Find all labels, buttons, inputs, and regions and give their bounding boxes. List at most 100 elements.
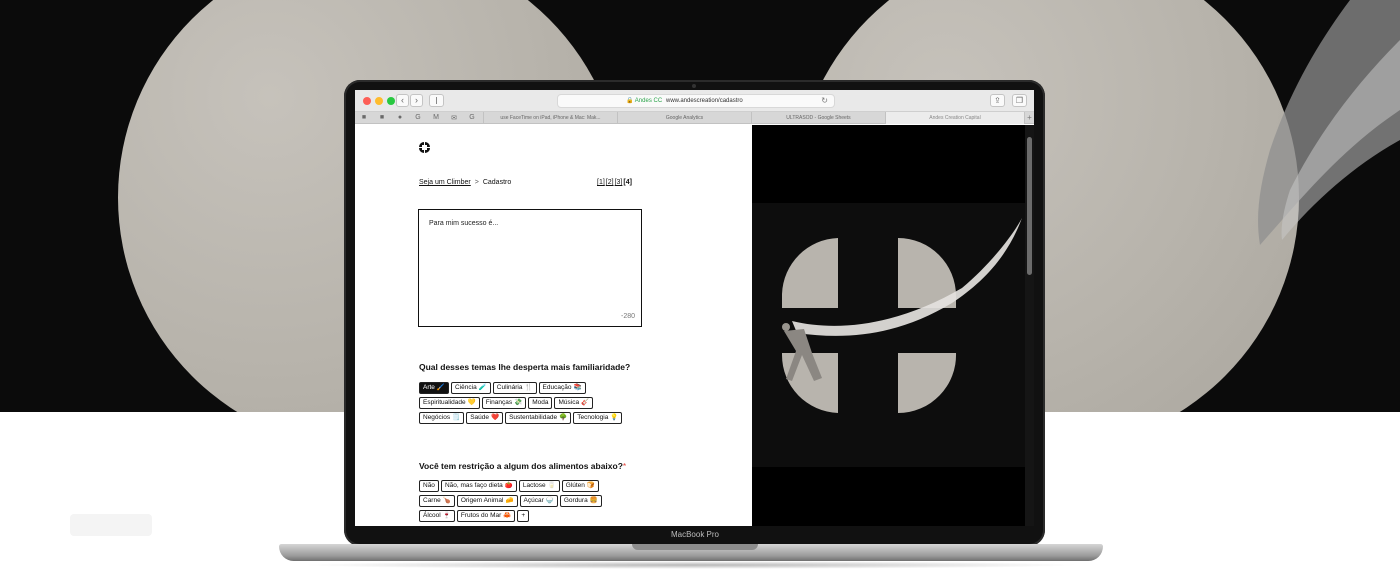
chip-label: Tecnologia [577,414,609,421]
chip-label: + [521,512,526,519]
zoom-window-button[interactable] [387,97,395,105]
hero-artwork-panel [752,125,1025,526]
chip-gordura[interactable]: Gordura 🍔 [559,495,602,507]
chip-saude[interactable]: Saúde ❤️ [466,412,504,424]
bookmark-mail-icon[interactable]: ✉ [449,114,459,122]
chip-label: Espiritualidade [423,399,466,406]
chip-educacao[interactable]: Educação 📚 [538,382,586,394]
chip-emoji-icon: 🥛 [547,482,556,489]
chip-lactose[interactable]: Lactose 🥛 [518,480,560,492]
chip-emoji-icon: 🍅 [504,482,513,489]
question-food-title: Você tem restrição a algum dos alimentos… [419,461,626,471]
new-tab-button[interactable]: + [1024,112,1034,124]
chip-emoji-icon: 📚 [573,384,582,391]
reload-icon[interactable]: ↻ [821,95,828,107]
chip-label: Não, mas faço dieta [444,482,503,489]
character-counter: -280 [620,313,635,320]
bookmark-google-icon[interactable]: G [413,114,423,121]
forward-arrow-icon[interactable]: › [410,94,423,107]
chip-row: Não Não, mas faço dieta 🍅 Lactose 🥛 Glúten 🍞 [419,480,719,495]
chip-musica[interactable]: Música 🎸 [554,397,594,409]
chip-emoji-icon: 💛 [467,399,476,406]
chip-financas[interactable]: Finanças 💸 [481,397,527,409]
tabs-overview-icon[interactable]: ❐ [1012,94,1027,107]
chip-alcool[interactable]: Álcool 🍷 [419,510,455,522]
browser-toolbar: ‹ › 🔒 Andes CC www.andescreation/cadastr… [355,90,1034,112]
chip-label: Frutos do Mar [460,512,502,519]
chip-row: Arte 🖌️ Ciência 🧪 Culinária 🍴 Educação 📚 [419,382,719,397]
chip-culinaria[interactable]: Culinária 🍴 [492,382,537,394]
page-scrollbar[interactable] [1025,125,1034,526]
chip-label: Arte [423,384,435,391]
share-icon[interactable]: ⇪ [990,94,1005,107]
chip-arte[interactable]: Arte 🖌️ [419,382,450,394]
chip-emoji-icon: 🍗 [442,497,451,504]
step-pager: [1][2][3][4] [597,179,633,186]
faint-badge [70,514,152,536]
back-arrow-icon[interactable]: ‹ [396,94,409,107]
breadcrumb-link[interactable]: Seja um Climber [419,179,471,186]
required-mark: * [622,461,627,471]
chip-carne[interactable]: Carne 🍗 [419,495,455,507]
minimize-window-button[interactable] [375,97,383,105]
tab-facetime[interactable]: use FaceTime on iPad, iPhone & Mac: Mak.… [483,112,617,124]
step-3-link[interactable]: [3] [615,179,623,186]
chip-origem-animal[interactable]: Origem Animal 🧀 [456,495,518,507]
step-4-current[interactable]: [4] [623,179,632,186]
chip-label: Música [558,399,580,406]
chip-acucar[interactable]: Açúcar 🍚 [519,495,558,507]
chip-label: Origem Animal [460,497,504,504]
question-themes-title: Qual desses temas lhe desperta mais fami… [419,362,631,372]
tab-andes-creation[interactable]: Andes Creation Capital [885,112,1024,124]
bookmark-gmail-icon[interactable]: M [431,114,441,121]
chip-tecnologia[interactable]: Tecnologia 💡 [573,412,623,424]
close-window-button[interactable] [363,97,371,105]
chip-label: Glúten [565,482,585,489]
chip-plus[interactable]: + [517,510,530,522]
chip-sustentabilidade[interactable]: Sustentabilidade 🌳 [505,412,572,424]
chip-label: Gordura [563,497,588,504]
chip-row: Álcool 🍷 Frutos do Mar 🦀 + [419,510,719,525]
dancer-artwork-image [752,203,1025,467]
tab-bar: ■ ■ ● G M ✉ G use FaceTime on iPad, iPho… [355,112,1034,124]
chip-gluten[interactable]: Glúten 🍞 [561,480,599,492]
chip-negocios[interactable]: Negócios 🗒️ [419,412,465,424]
url-text: www.andescreation/cadastro [666,98,743,104]
bookmark-facebook-icon[interactable]: ■ [377,114,387,121]
chip-moda[interactable]: Moda [528,397,553,409]
chip-nao-mas-faco-dieta[interactable]: Não, mas faço dieta 🍅 [440,480,517,492]
chip-nao[interactable]: Não [419,480,439,492]
step-1-link[interactable]: [1] [597,179,605,186]
tab-google-sheets[interactable]: ULTRASOD - Google Sheets [751,112,885,124]
success-textarea[interactable]: Para mim sucesso é... -280 [418,209,642,327]
address-bar[interactable]: 🔒 Andes CC www.andescreation/cadastro ↻ [557,94,835,108]
tab-google-analytics[interactable]: Google Analytics [617,112,751,124]
step-2-link[interactable]: [2] [606,179,614,186]
bookmark-google-icon[interactable]: G [467,114,477,121]
chip-frutos-do-mar[interactable]: Frutos do Mar 🦀 [456,510,516,522]
laptop-hinge-notch [632,544,758,550]
chip-emoji-icon: 🍚 [545,497,554,504]
breadcrumb-current: Cadastro [482,179,512,186]
chip-emoji-icon: 🧀 [505,497,514,504]
sidebar-toggle-icon[interactable] [429,94,444,107]
device-label: MacBook Pro [670,530,720,539]
breadcrumb-separator: > [474,179,479,186]
chip-label: Culinária [496,384,523,391]
andes-logo-icon[interactable] [419,142,430,153]
chip-label: Saúde [470,414,489,421]
chip-emoji-icon: 🌳 [559,414,568,421]
chip-label: Lactose [522,482,546,489]
bookmark-apple-icon[interactable]: ● [395,114,405,121]
chip-emoji-icon: 🦀 [503,512,512,519]
chip-espiritualidade[interactable]: Espiritualidade 💛 [419,397,480,409]
silk-fabric-decoration [1258,0,1400,245]
chip-row: Negócios 🗒️ Saúde ❤️ Sustentabilidade 🌳 Tecnol… [419,412,719,427]
chip-label: Ciência [455,384,477,391]
scrollbar-thumb[interactable] [1027,137,1032,275]
chip-row: Carne 🍗 Origem Animal 🧀 Açúcar 🍚 Gordura 🍔 [419,495,719,510]
chip-row: Espiritualidade 💛 Finanças 💸 Moda Música 🎸 [419,397,719,412]
signup-form-panel: Seja um Climber > Cadastro [1][2][3][4] Pa… [355,125,752,526]
chip-ciencia[interactable]: Ciência 🧪 [451,382,491,394]
bookmark-facebook-icon[interactable]: ■ [359,114,369,121]
